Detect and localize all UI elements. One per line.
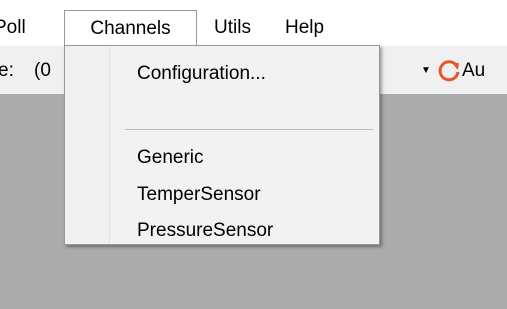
menu-item-configuration[interactable]: Configuration... bbox=[137, 63, 266, 85]
menu-icon-gutter bbox=[65, 46, 110, 244]
toolbar-combo-value[interactable]: (0 bbox=[34, 60, 51, 82]
dropdown-arrow-icon[interactable]: ▼ bbox=[421, 65, 431, 76]
menu-separator bbox=[125, 129, 373, 130]
refresh-icon[interactable] bbox=[436, 58, 462, 84]
menu-channels[interactable]: Channels bbox=[64, 10, 197, 46]
menu-poll[interactable]: Poll bbox=[0, 10, 26, 46]
channels-dropdown-menu: Configuration... Generic TemperSensor Pr… bbox=[64, 45, 380, 245]
menu-item-tempersensor[interactable]: TemperSensor bbox=[137, 184, 261, 206]
menu-utils[interactable]: Utils bbox=[214, 10, 251, 46]
menu-item-generic[interactable]: Generic bbox=[137, 147, 204, 169]
menu-bar: Poll Channels Utils Help bbox=[0, 0, 507, 46]
auto-button-label[interactable]: Au bbox=[462, 60, 485, 82]
toolbar-label: e: bbox=[0, 60, 14, 81]
menu-help[interactable]: Help bbox=[285, 10, 324, 46]
menu-item-pressuresensor[interactable]: PressureSensor bbox=[137, 220, 273, 242]
